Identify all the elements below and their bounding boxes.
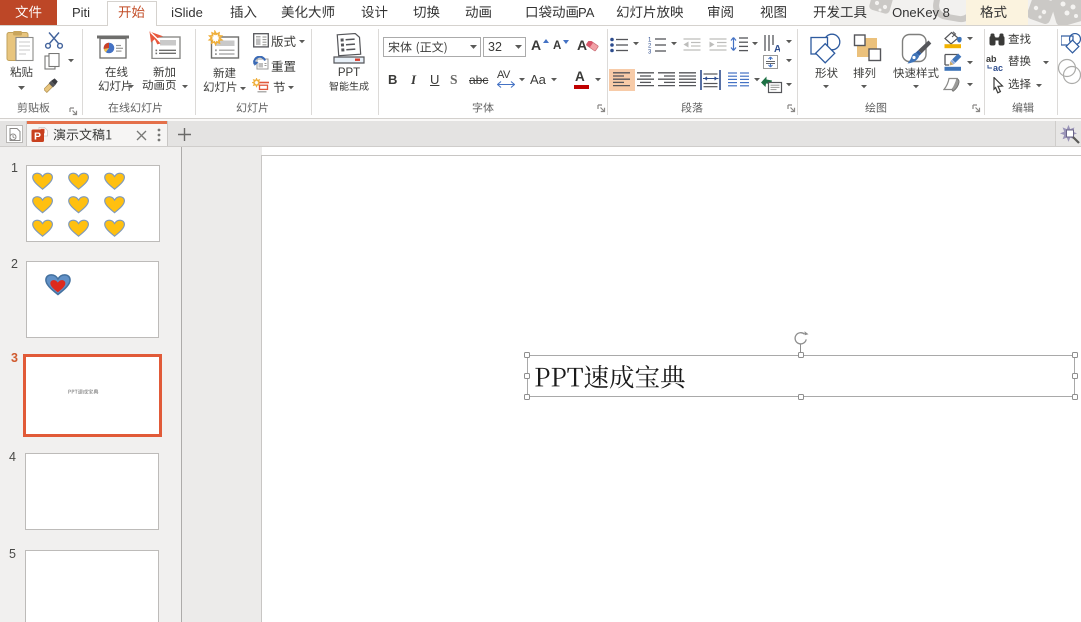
svg-text:P: P (34, 131, 41, 143)
svg-text:3: 3 (648, 50, 652, 55)
svg-text:ac: ac (993, 63, 1003, 72)
svg-text:A: A (774, 44, 780, 52)
